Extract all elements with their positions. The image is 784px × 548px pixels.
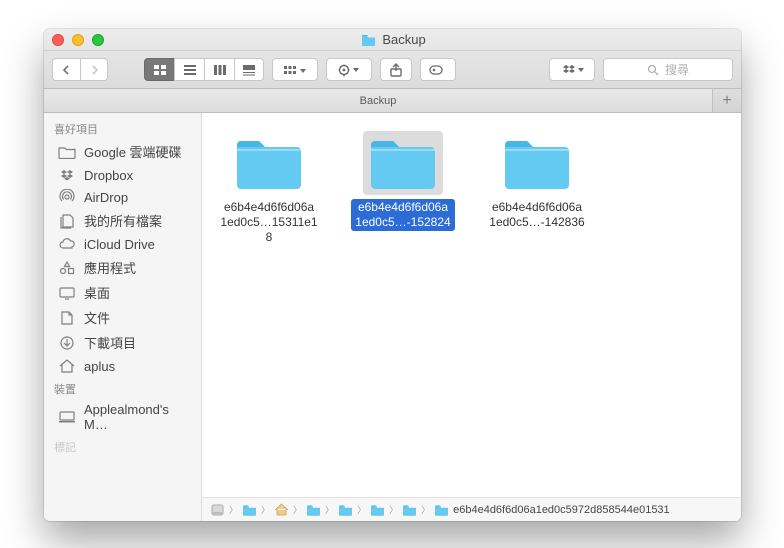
new-tab-button[interactable]: + bbox=[713, 89, 741, 112]
sidebar-section-tags: 標記 bbox=[44, 435, 201, 457]
folder-icon[interactable] bbox=[242, 504, 257, 516]
mac-icon bbox=[58, 409, 76, 425]
sidebar-item-label: 應用程式 bbox=[84, 258, 136, 277]
window-title: Backup bbox=[104, 32, 683, 47]
sidebar-item[interactable]: 下載項目 bbox=[44, 330, 201, 355]
icon-view-button[interactable] bbox=[144, 58, 174, 81]
chevron-right-icon: 〉 bbox=[261, 503, 270, 516]
folder-icon[interactable] bbox=[370, 504, 385, 516]
icon-grid[interactable]: e6b4e4d6f6d06a1ed0c5…15311e18 e6b4e4d6f6d… bbox=[202, 113, 741, 497]
toolbar: 搜尋 bbox=[44, 51, 741, 89]
finder-window: Backup 搜尋 Backup + 喜好項目 Googl bbox=[44, 29, 741, 521]
folder-icon bbox=[58, 144, 76, 160]
coverflow-view-button[interactable] bbox=[234, 58, 264, 81]
chevron-right-icon: 〉 bbox=[357, 503, 366, 516]
folder-icon[interactable] bbox=[402, 504, 417, 516]
sidebar-item-label: Applealmond's M… bbox=[84, 402, 191, 432]
search-field[interactable]: 搜尋 bbox=[603, 58, 733, 81]
sidebar-item[interactable]: 我的所有檔案 bbox=[44, 208, 201, 233]
folder-icon[interactable] bbox=[434, 504, 449, 516]
folder-icon bbox=[363, 131, 443, 195]
desktop-icon bbox=[58, 285, 76, 301]
search-placeholder: 搜尋 bbox=[665, 61, 689, 78]
tab[interactable]: Backup bbox=[44, 89, 713, 112]
share-button[interactable] bbox=[380, 58, 412, 81]
folder-icon[interactable] bbox=[338, 504, 353, 516]
sidebar-item[interactable]: 應用程式 bbox=[44, 255, 201, 280]
chevron-right-icon: 〉 bbox=[293, 503, 302, 516]
path-segment-label[interactable]: e6b4e4d6f6d06a1ed0c5972d858544e01531 bbox=[453, 504, 670, 516]
sidebar-item-label: iCloud Drive bbox=[84, 237, 155, 252]
sidebar-item-label: Google 雲端硬碟 bbox=[84, 142, 182, 161]
back-button[interactable] bbox=[52, 58, 80, 81]
content-area: e6b4e4d6f6d06a1ed0c5…15311e18 e6b4e4d6f6d… bbox=[202, 113, 741, 521]
column-view-button[interactable] bbox=[204, 58, 234, 81]
path-bar[interactable]: 〉 〉 〉 〉 〉 〉 〉 e6b4e4d6f6d06a1ed0c5972d858544e0… bbox=[202, 497, 741, 521]
chevron-right-icon: 〉 bbox=[325, 503, 334, 516]
sidebar-item[interactable]: AirDrop bbox=[44, 186, 201, 208]
sidebar-item-label: 文件 bbox=[84, 308, 110, 327]
sidebar-item-label: 桌面 bbox=[84, 283, 110, 302]
sidebar[interactable]: 喜好項目 Google 雲端硬碟 Dropbox AirDrop 我的所有檔案 iClo… bbox=[44, 113, 202, 521]
folder-label: e6b4e4d6f6d06a1ed0c5…-152824 bbox=[351, 199, 454, 231]
forward-button[interactable] bbox=[80, 58, 108, 81]
arrange-button[interactable] bbox=[272, 58, 318, 81]
close-button[interactable] bbox=[52, 34, 64, 46]
dropbox-button[interactable] bbox=[549, 58, 595, 81]
downloads-icon bbox=[58, 335, 76, 351]
sidebar-item-label: aplus bbox=[84, 359, 115, 374]
folder-label: e6b4e4d6f6d06a1ed0c5…-142836 bbox=[485, 199, 588, 231]
sidebar-item[interactable]: 文件 bbox=[44, 305, 201, 330]
folder-label: e6b4e4d6f6d06a1ed0c5…15311e18 bbox=[214, 199, 324, 246]
search-icon bbox=[647, 64, 659, 76]
traffic-lights bbox=[52, 34, 104, 46]
apps-icon bbox=[58, 260, 76, 276]
sidebar-section-devices: 裝置 bbox=[44, 377, 201, 399]
tab-label: Backup bbox=[360, 95, 397, 107]
folder-icon bbox=[499, 133, 575, 193]
action-button[interactable] bbox=[326, 58, 372, 81]
chevron-right-icon: 〉 bbox=[421, 503, 430, 516]
home-icon[interactable] bbox=[274, 504, 289, 516]
folder-item[interactable]: e6b4e4d6f6d06a1ed0c5…15311e18 bbox=[214, 133, 324, 246]
sidebar-item[interactable]: Applealmond's M… bbox=[44, 399, 201, 435]
folder-icon bbox=[231, 133, 307, 193]
sidebar-section-favorites: 喜好項目 bbox=[44, 117, 201, 139]
sidebar-item[interactable]: aplus bbox=[44, 355, 201, 377]
sidebar-item[interactable]: Dropbox bbox=[44, 164, 201, 186]
chevron-right-icon: 〉 bbox=[389, 503, 398, 516]
home-icon bbox=[58, 358, 76, 374]
body: 喜好項目 Google 雲端硬碟 Dropbox AirDrop 我的所有檔案 iClo… bbox=[44, 113, 741, 521]
disk-icon[interactable] bbox=[210, 504, 225, 516]
sidebar-item-label: 下載項目 bbox=[84, 333, 136, 352]
airdrop-icon bbox=[58, 189, 76, 205]
tab-bar: Backup + bbox=[44, 89, 741, 113]
sidebar-item-label: 我的所有檔案 bbox=[84, 211, 162, 230]
folder-item[interactable]: e6b4e4d6f6d06a1ed0c5…-142836 bbox=[482, 133, 592, 231]
sidebar-item[interactable]: 桌面 bbox=[44, 280, 201, 305]
allfiles-icon bbox=[58, 213, 76, 229]
sidebar-item[interactable]: iCloud Drive bbox=[44, 233, 201, 255]
icloud-icon bbox=[58, 236, 76, 252]
sidebar-item[interactable]: Google 雲端硬碟 bbox=[44, 139, 201, 164]
folder-item[interactable]: e6b4e4d6f6d06a1ed0c5…-152824 bbox=[348, 133, 458, 231]
view-switcher bbox=[144, 58, 264, 81]
documents-icon bbox=[58, 310, 76, 326]
folder-icon[interactable] bbox=[306, 504, 321, 516]
window-title-text: Backup bbox=[382, 32, 425, 47]
folder-icon bbox=[361, 34, 376, 46]
minimize-button[interactable] bbox=[72, 34, 84, 46]
zoom-button[interactable] bbox=[92, 34, 104, 46]
dropbox-icon bbox=[58, 167, 76, 183]
titlebar[interactable]: Backup bbox=[44, 29, 741, 51]
sidebar-item-label: Dropbox bbox=[84, 168, 133, 183]
sidebar-item-label: AirDrop bbox=[84, 190, 128, 205]
list-view-button[interactable] bbox=[174, 58, 204, 81]
tag-button[interactable] bbox=[420, 58, 456, 81]
chevron-right-icon: 〉 bbox=[229, 503, 238, 516]
nav-buttons bbox=[52, 58, 108, 81]
